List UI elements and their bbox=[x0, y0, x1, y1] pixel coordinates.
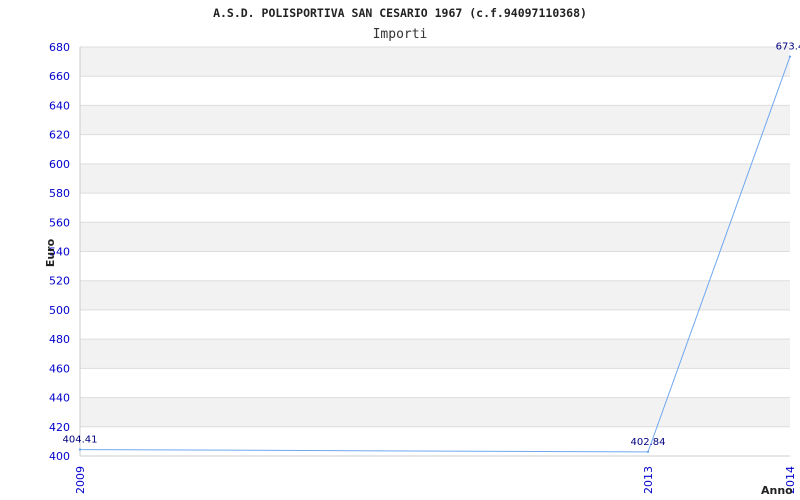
grid-band bbox=[80, 222, 790, 252]
grid-band bbox=[80, 105, 790, 135]
y-tick-label: 660 bbox=[49, 70, 70, 83]
data-label: 404.41 bbox=[63, 435, 98, 446]
grid-band bbox=[80, 280, 790, 310]
x-tick-label: 2013 bbox=[642, 466, 655, 494]
y-tick-label: 600 bbox=[49, 158, 70, 171]
y-tick-label: 440 bbox=[49, 392, 70, 405]
y-tick-label: 640 bbox=[49, 99, 70, 112]
data-point bbox=[788, 55, 792, 58]
data-point bbox=[646, 450, 650, 454]
plot-area: 4004204404604805005205405605806006206406… bbox=[49, 41, 800, 494]
y-tick-label: 560 bbox=[49, 216, 70, 229]
y-tick-label: 680 bbox=[49, 41, 70, 54]
data-label: 402.84 bbox=[631, 437, 666, 448]
grid-band bbox=[80, 163, 790, 194]
x-axis-title: Anno bbox=[761, 484, 793, 497]
y-tick-label: 620 bbox=[49, 129, 70, 142]
line-chart: A.S.D. POLISPORTIVA SAN CESARIO 1967 (c.… bbox=[44, 6, 800, 497]
grid-band bbox=[80, 397, 790, 427]
data-point bbox=[78, 448, 82, 451]
y-axis-title: Euro bbox=[44, 238, 57, 267]
y-tick-label: 460 bbox=[49, 362, 70, 375]
data-label: 673.4 bbox=[776, 42, 800, 53]
y-tick-label: 580 bbox=[49, 187, 70, 200]
chart-title: A.S.D. POLISPORTIVA SAN CESARIO 1967 (c.… bbox=[213, 6, 587, 20]
chart-subtitle: Importi bbox=[373, 27, 428, 42]
y-tick-label: 500 bbox=[49, 304, 70, 317]
x-tick-label: 2009 bbox=[74, 466, 87, 494]
y-tick-label: 420 bbox=[49, 421, 70, 434]
y-tick-label: 480 bbox=[49, 333, 70, 346]
y-tick-label: 400 bbox=[49, 450, 70, 463]
grid-band bbox=[80, 47, 790, 77]
y-tick-label: 520 bbox=[49, 275, 70, 288]
